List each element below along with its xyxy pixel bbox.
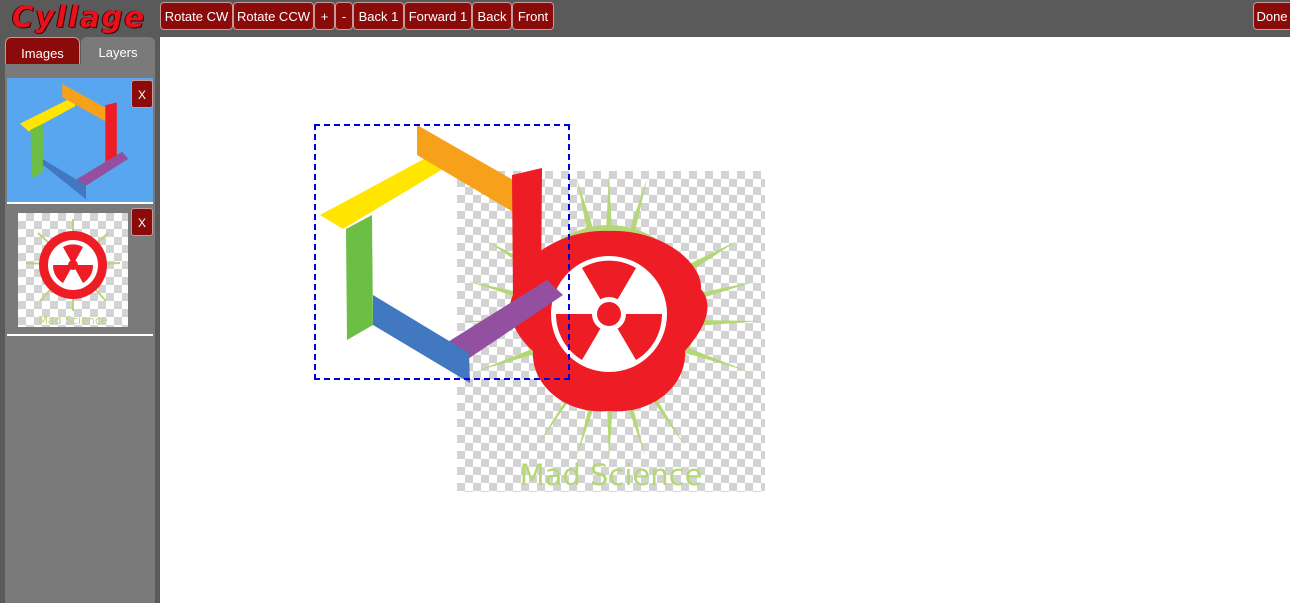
zoom-in-button[interactable]: + — [314, 2, 335, 30]
send-to-back-button[interactable]: Back — [472, 2, 512, 30]
layers-panel: X Mad Science X — [5, 64, 155, 603]
toolbar: Cyllage Rotate CW Rotate CCW + - Back 1 … — [0, 0, 1290, 34]
remove-layer-button[interactable]: X — [131, 80, 153, 108]
bring-to-front-button[interactable]: Front — [512, 2, 554, 30]
thumbnail-caption: Mad Science — [38, 314, 108, 327]
layer-separator — [7, 202, 153, 204]
layer-item-hexagon[interactable]: X — [7, 78, 153, 202]
forward-1-button[interactable]: Forward 1 — [404, 2, 472, 30]
zoom-out-button[interactable]: - — [335, 2, 353, 30]
layer-item-mad-science[interactable]: Mad Science X — [7, 206, 153, 334]
editor-canvas[interactable]: Mad Science — [160, 37, 1290, 603]
done-button[interactable]: Done — [1253, 2, 1290, 30]
selection-box[interactable] — [314, 124, 570, 380]
remove-layer-button[interactable]: X — [131, 208, 153, 236]
layer-separator — [7, 334, 153, 336]
radiation-thumb-icon — [25, 219, 121, 311]
rotate-ccw-button[interactable]: Rotate CCW — [233, 2, 314, 30]
app-logo: Cyllage — [12, 0, 147, 34]
mad-science-thumbnail: Mad Science — [18, 213, 128, 327]
sidebar: Images Layers X Mad Science X — [0, 34, 160, 603]
rotate-cw-button[interactable]: Rotate CW — [160, 2, 233, 30]
mad-science-text: Mad Science — [519, 458, 703, 492]
back-1-button[interactable]: Back 1 — [353, 2, 404, 30]
